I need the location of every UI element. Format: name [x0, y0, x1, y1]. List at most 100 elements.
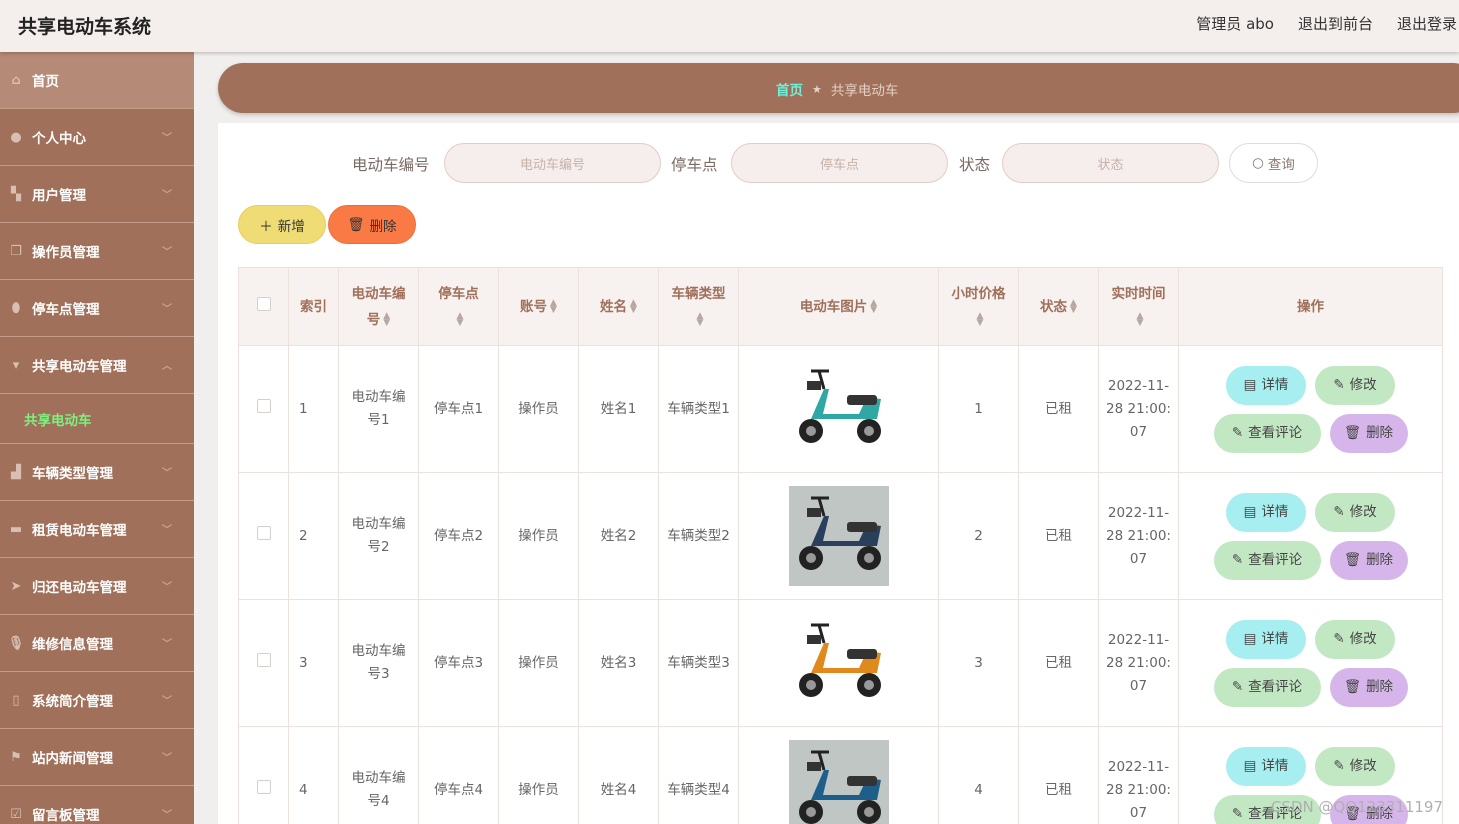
sidebar-item-label: 共享电动车管理: [32, 359, 127, 375]
detail-button[interactable]: ▤ 详情: [1226, 365, 1306, 405]
chevron-down-icon: ﹀: [162, 525, 172, 536]
cell-account: 操作员: [498, 345, 579, 473]
cell-price: 2: [938, 472, 1019, 600]
table-row: 3 电动车编号3 停车点3 操作员 姓名3 车辆类型3 3 已租 2022-11-28 21:0…: [238, 599, 1443, 727]
sidebar-item-parking[interactable]: ⬮ 停车点管理 ﹀: [0, 280, 194, 337]
pencil-icon: ✎: [1231, 551, 1244, 568]
sidebar: ⌂ 首页 ● 个人中心 ﹀ ▚ 用户管理 ﹀ ❐ 操作员管理 ﹀ ⬮ 停车点管理…: [0, 52, 194, 824]
bike-no-input[interactable]: 电动车编号: [444, 143, 661, 183]
pencil-icon: ✎: [1333, 757, 1345, 774]
header-image[interactable]: 电动车图片 ▲ ▼: [738, 267, 939, 346]
delete-button[interactable]: 🗑︎ 删除: [1329, 667, 1408, 707]
trash-icon: 🗑︎: [347, 216, 365, 233]
detail-button[interactable]: ▤ 详情: [1226, 746, 1306, 786]
sidebar-item-users[interactable]: ▚ 用户管理 ﹀: [0, 166, 194, 223]
sidebar-item-repairs[interactable]: 🎙︎ 维修信息管理 ﹀: [0, 615, 194, 672]
sidebar-item-label: 用户管理: [32, 188, 86, 204]
sidebar-item-news[interactable]: ⚑ 站内新闻管理 ﹀: [0, 729, 194, 786]
scooter-image: [788, 359, 889, 459]
add-button-label: 新增: [277, 218, 305, 235]
scooter-icon: ▾: [12, 357, 20, 373]
cell-parking: 停车点4: [418, 726, 499, 824]
table-row: 4 电动车编号4 停车点4 操作员 姓名4 车辆类型4 4 已租 2022-11-28 21:0…: [238, 726, 1443, 824]
row-checkbox[interactable]: [256, 652, 271, 667]
cell-status: 已租: [1018, 726, 1099, 824]
search-button[interactable]: ○ 查询: [1229, 143, 1318, 183]
pencil-icon: ✎: [1333, 503, 1345, 520]
sidebar-item-profile[interactable]: ● 个人中心 ﹀: [0, 109, 194, 166]
cell-status: 已租: [1018, 472, 1099, 600]
sidebar-item-messages[interactable]: ☑ 留言板管理 ﹀: [0, 786, 194, 824]
edit-button[interactable]: ✎ 修改: [1315, 746, 1395, 786]
delete-button[interactable]: 🗑︎ 删除: [1329, 540, 1408, 580]
edit-button[interactable]: ✎ 修改: [1315, 492, 1395, 532]
cell-ops: ▤ 详情 ✎ 修改 ✎ 查看评论 🗑︎ 删除: [1178, 345, 1443, 473]
table-row: 2 电动车编号2 停车点2 操作员 姓名2 车辆类型2 2 已租 2022-11-28 21:0…: [238, 472, 1443, 600]
breadcrumb-current: 共享电动车: [830, 83, 899, 99]
sidebar-item-rentals[interactable]: ▬ 租赁电动车管理 ﹀: [0, 501, 194, 558]
edit-button[interactable]: ✎ 修改: [1315, 365, 1395, 405]
header-name[interactable]: 姓名 ▲ ▼: [578, 267, 659, 346]
table-header-row: 索引 电动车编号 ▲ ▼ 停车点 ▲ ▼ 账号 ▲ ▼ 姓名 ▲ ▼ 车辆类型 ▲ ▼ 电动车图片 ▲…: [238, 267, 1443, 346]
sidebar-item-label: 租赁电动车管理: [32, 523, 127, 539]
sidebar-item-vehicle-types[interactable]: ▟ 车辆类型管理 ﹀: [0, 444, 194, 501]
location-icon: ⬮: [11, 300, 21, 316]
cell-image: [738, 472, 939, 600]
mic-icon: 🎙︎: [7, 635, 25, 651]
header-account[interactable]: 账号 ▲ ▼: [498, 267, 579, 346]
watermark: CSDN @QQ123311197: [1270, 798, 1443, 816]
copy-icon: ❐: [10, 243, 22, 259]
sidebar-item-home[interactable]: ⌂ 首页: [0, 52, 194, 109]
view-reviews-button[interactable]: ✎ 查看评论: [1213, 667, 1321, 707]
sidebar-item-label: 操作员管理: [32, 245, 100, 261]
detail-button[interactable]: ▤ 详情: [1226, 492, 1306, 532]
sidebar-item-returns[interactable]: ➤ 归还电动车管理 ﹀: [0, 558, 194, 615]
delete-button[interactable]: 🗑︎ 删除: [1329, 413, 1408, 453]
cell-time: 2022-11-28 21:00:07: [1098, 345, 1179, 473]
header-bike-no[interactable]: 电动车编号 ▲ ▼: [338, 267, 419, 346]
edit-button[interactable]: ✎ 修改: [1315, 619, 1395, 659]
cell-index: 2: [288, 472, 339, 600]
header-price[interactable]: 小时价格 ▲ ▼: [938, 267, 1019, 346]
sidebar-item-scooters[interactable]: ▾ 共享电动车管理 ︿: [0, 337, 194, 394]
send-icon: ➤: [10, 578, 22, 594]
exit-to-front-link[interactable]: 退出到前台: [1298, 13, 1373, 34]
document-icon: ▤: [1243, 757, 1257, 774]
row-checkbox[interactable]: [256, 525, 271, 540]
sidebar-item-label: 系统简介管理: [32, 694, 113, 710]
submenu-item-scooter[interactable]: 共享电动车: [0, 394, 194, 444]
sidebar-item-label: 首页: [32, 74, 59, 90]
top-right-links: 管理员 abo 退出到前台 退出登录: [1196, 13, 1457, 34]
sidebar-item-operators[interactable]: ❐ 操作员管理 ﹀: [0, 223, 194, 280]
cell-price: 3: [938, 599, 1019, 727]
header-type[interactable]: 车辆类型 ▲ ▼: [658, 267, 739, 346]
select-all-checkbox[interactable]: [256, 296, 271, 311]
header-parking[interactable]: 停车点 ▲ ▼: [418, 267, 499, 346]
header-status[interactable]: 状态 ▲ ▼: [1018, 267, 1099, 346]
chevron-down-icon: ﹀: [162, 247, 172, 258]
sort-icon: ▲ ▼: [976, 310, 984, 328]
chevron-down-icon: ﹀: [162, 696, 172, 707]
view-reviews-button[interactable]: ✎ 查看评论: [1213, 413, 1321, 453]
cell-status: 已租: [1018, 599, 1099, 727]
status-input[interactable]: 状态: [1002, 143, 1219, 183]
sidebar-item-about[interactable]: ▯ 系统简介管理 ﹀: [0, 672, 194, 729]
detail-button[interactable]: ▤ 详情: [1226, 619, 1306, 659]
add-button[interactable]: ＋ 新增: [238, 205, 326, 244]
breadcrumb: 首页 ★ 共享电动车: [776, 79, 899, 100]
sidebar-item-label: 车辆类型管理: [32, 466, 113, 482]
row-checkbox[interactable]: [256, 779, 271, 794]
header-index: 索引: [288, 267, 339, 346]
cell-type: 车辆类型4: [658, 726, 739, 824]
view-reviews-button[interactable]: ✎ 查看评论: [1213, 540, 1321, 580]
header-time[interactable]: 实时时间 ▲ ▼: [1098, 267, 1179, 346]
batch-delete-button[interactable]: 🗑︎ 删除: [328, 205, 416, 244]
cell-price: 1: [938, 345, 1019, 473]
parking-input[interactable]: 停车点: [731, 143, 948, 183]
logout-link[interactable]: 退出登录: [1397, 13, 1457, 34]
users-icon: ▚: [11, 186, 21, 202]
breadcrumb-home[interactable]: 首页: [776, 79, 803, 99]
cell-type: 车辆类型3: [658, 599, 739, 727]
cell-ops: ▤ 详情 ✎ 修改 ✎ 查看评论 🗑︎ 删除: [1178, 472, 1443, 600]
row-checkbox[interactable]: [256, 398, 271, 413]
